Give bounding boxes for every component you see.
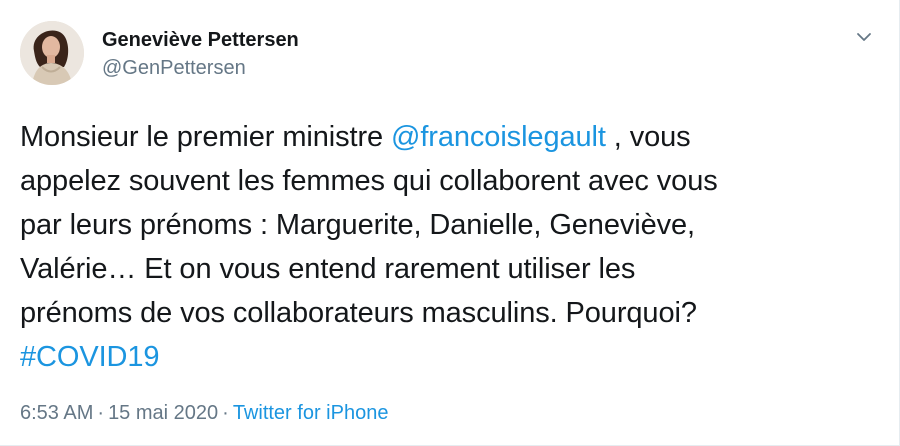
tweet-line: #COVID19: [20, 335, 870, 379]
tweet-line: par leurs prénoms : Marguerite, Danielle…: [20, 209, 696, 241]
mention-link[interactable]: @francoislegault: [391, 121, 606, 153]
tweet-line: Monsieur le premier ministre @francoisle…: [20, 115, 870, 159]
tweet-meta: 6:53 AM · 15 mai 2020 · Twitter for iPhone: [20, 402, 388, 425]
tweet-line: appelez souvent les femmes qui collabore…: [20, 165, 718, 197]
tweet-date[interactable]: 15 mai 2020: [108, 402, 218, 424]
hashtag-link[interactable]: #COVID19: [20, 341, 160, 373]
tweet-text-segment: Monsieur le premier ministre: [20, 121, 391, 153]
avatar-photo: [20, 21, 84, 85]
avatar[interactable]: [20, 21, 84, 85]
tweet-source-link[interactable]: Twitter for iPhone: [233, 402, 389, 424]
author-name[interactable]: Geneviève Pettersen: [102, 29, 299, 52]
tweet-menu-button[interactable]: [853, 26, 875, 48]
tweet-line: prénoms de vos collaborateurs masculins.…: [20, 297, 697, 329]
chevron-down-icon: [857, 33, 871, 41]
tweet-line: Valérie… Et on vous entend rarement util…: [20, 253, 636, 285]
author-handle[interactable]: @GenPettersen: [102, 57, 246, 80]
tweet-card: Geneviève Pettersen @GenPettersen Monsie…: [0, 0, 900, 446]
meta-separator: ·: [97, 402, 105, 424]
tweet-time[interactable]: 6:53 AM: [20, 402, 93, 424]
meta-separator: ·: [222, 402, 229, 424]
tweet-text: Monsieur le premier ministre @francoisle…: [20, 115, 870, 379]
tweet-text-segment: , vous: [605, 121, 691, 153]
